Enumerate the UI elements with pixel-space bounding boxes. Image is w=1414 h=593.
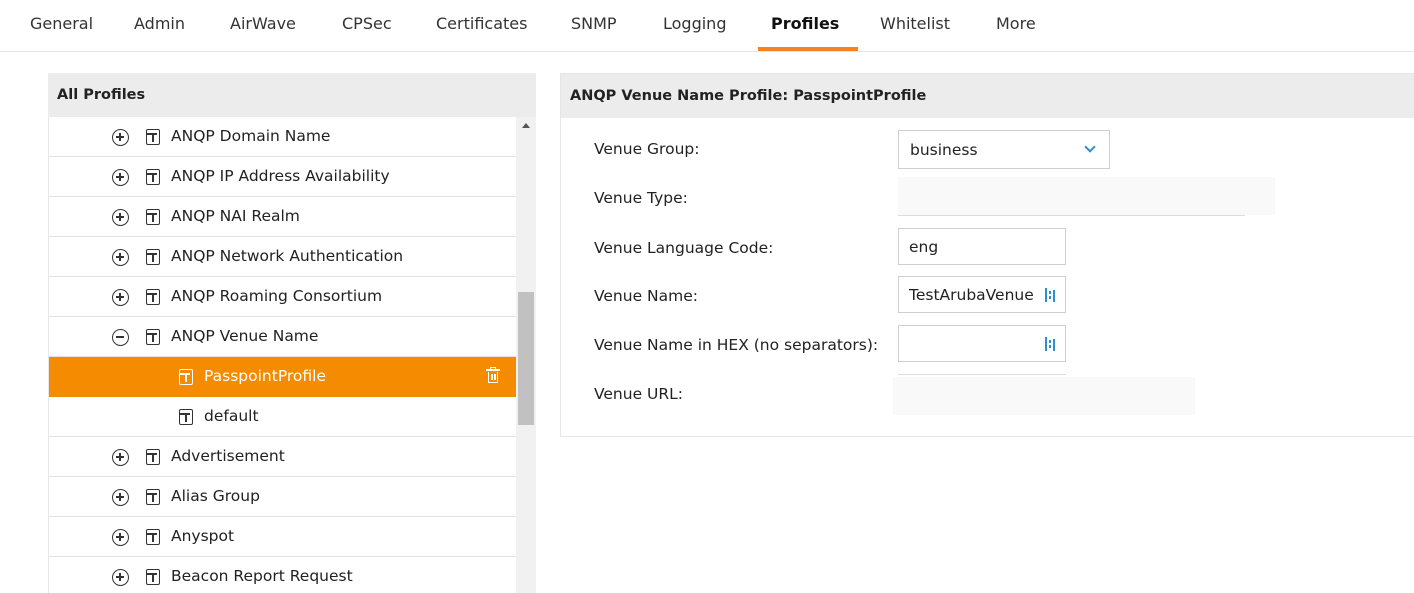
expand-icon[interactable]	[112, 289, 129, 306]
profile-icon	[146, 529, 160, 545]
tree-item-label: ANQP Domain Name	[171, 127, 331, 145]
multilingual-text-icon[interactable]	[1045, 337, 1057, 351]
venue-url-field[interactable]	[893, 377, 1195, 415]
profile-icon	[146, 169, 160, 185]
tree-item-alias-group[interactable]: Alias Group	[49, 477, 516, 517]
collapse-icon[interactable]	[112, 329, 129, 346]
tree-item-advertisement[interactable]: Advertisement	[49, 437, 516, 477]
profile-icon	[146, 329, 160, 345]
tab-airwave[interactable]: AirWave	[230, 14, 296, 33]
tree-item-anqp-roaming-consortium[interactable]: ANQP Roaming Consortium	[49, 277, 516, 317]
expand-icon[interactable]	[112, 449, 129, 466]
tab-cpsec[interactable]: CPSec	[342, 14, 392, 33]
venue-group-value: business	[910, 141, 978, 159]
expand-icon[interactable]	[112, 169, 129, 186]
tree-item-label: ANQP NAI Realm	[171, 207, 300, 225]
scroll-up-arrow-icon[interactable]	[522, 123, 530, 128]
tree-item-beacon-report-request[interactable]: Beacon Report Request	[49, 557, 516, 593]
venue-url-topline	[898, 374, 1066, 375]
venue-name-hex-input[interactable]	[898, 325, 1066, 362]
venue-group-label: Venue Group:	[594, 140, 700, 158]
scrollbar-thumb[interactable]	[518, 292, 534, 425]
tree-item-label: PasspointProfile	[204, 367, 327, 385]
trash-icon[interactable]	[486, 367, 500, 384]
tree-item-label: ANQP IP Address Availability	[171, 167, 390, 185]
expand-icon[interactable]	[112, 489, 129, 506]
tree-item-anqp-domain-name[interactable]: ANQP Domain Name	[49, 117, 516, 157]
settings-tab-bar: General Admin AirWave CPSec Certificates…	[0, 0, 1414, 52]
profile-icon	[146, 489, 160, 505]
profile-icon	[179, 409, 193, 425]
tree-item-anqp-venue-name[interactable]: ANQP Venue Name	[49, 317, 516, 357]
tree-item-label: default	[204, 407, 259, 425]
profiles-scrollbar[interactable]	[516, 117, 536, 593]
tree-item-anqp-network-authentication[interactable]: ANQP Network Authentication	[49, 237, 516, 277]
profile-icon	[179, 369, 193, 385]
all-profiles-title: All Profiles	[48, 73, 536, 117]
tree-item-label: Anyspot	[171, 527, 235, 545]
profile-icon	[146, 289, 160, 305]
tree-item-label: Advertisement	[171, 447, 285, 465]
tab-certificates[interactable]: Certificates	[436, 14, 527, 33]
tree-item-anyspot[interactable]: Anyspot	[49, 517, 516, 557]
venue-language-code-input[interactable]	[898, 228, 1066, 265]
tab-more[interactable]: More	[996, 14, 1036, 33]
expand-icon[interactable]	[112, 569, 129, 586]
profile-detail-panel: ANQP Venue Name Profile: PasspointProfil…	[560, 73, 1414, 437]
tab-general[interactable]: General	[30, 14, 93, 33]
venue-type-field[interactable]	[898, 177, 1275, 215]
multilingual-text-icon[interactable]	[1045, 288, 1057, 302]
tree-item-label: Alias Group	[171, 487, 260, 505]
venue-type-label: Venue Type:	[594, 189, 688, 207]
profile-detail-title: ANQP Venue Name Profile: PasspointProfil…	[561, 74, 1414, 118]
expand-icon[interactable]	[112, 249, 129, 266]
tree-item-default[interactable]: default	[49, 397, 516, 437]
venue-name-hex-label: Venue Name in HEX (no separators):	[594, 336, 879, 354]
tree-item-label: ANQP Roaming Consortium	[171, 287, 383, 305]
tree-item-label: Beacon Report Request	[171, 567, 353, 585]
active-tab-indicator	[758, 47, 858, 51]
tab-admin[interactable]: Admin	[134, 14, 185, 33]
venue-name-label: Venue Name:	[594, 287, 698, 305]
chevron-down-icon	[1084, 141, 1096, 153]
expand-icon[interactable]	[112, 129, 129, 146]
tree-item-passpointprofile[interactable]: PasspointProfile	[49, 357, 516, 397]
expand-icon[interactable]	[112, 209, 129, 226]
tree-item-anqp-nai-realm[interactable]: ANQP NAI Realm	[49, 197, 516, 237]
tree-item-label: ANQP Network Authentication	[171, 247, 404, 265]
tab-whitelist[interactable]: Whitelist	[880, 14, 950, 33]
tree-item-label: ANQP Venue Name	[171, 327, 319, 345]
venue-language-code-label: Venue Language Code:	[594, 239, 774, 257]
venue-url-label: Venue URL:	[594, 385, 684, 403]
expand-icon[interactable]	[112, 529, 129, 546]
venue-type-underline	[898, 215, 1245, 216]
all-profiles-panel: All Profiles ANQP Domain Name ANQP IP Ad…	[48, 73, 536, 593]
venue-group-select[interactable]: business	[898, 130, 1110, 169]
profile-icon	[146, 209, 160, 225]
venue-name-input[interactable]	[898, 276, 1066, 313]
profile-icon	[146, 249, 160, 265]
profile-icon	[146, 129, 160, 145]
profile-icon	[146, 569, 160, 585]
profiles-tree: ANQP Domain Name ANQP IP Address Availab…	[48, 117, 516, 593]
tab-snmp[interactable]: SNMP	[571, 14, 617, 33]
profile-icon	[146, 449, 160, 465]
tree-item-anqp-ip-address-availability[interactable]: ANQP IP Address Availability	[49, 157, 516, 197]
tab-profiles[interactable]: Profiles	[771, 14, 839, 33]
tab-logging[interactable]: Logging	[663, 14, 726, 33]
